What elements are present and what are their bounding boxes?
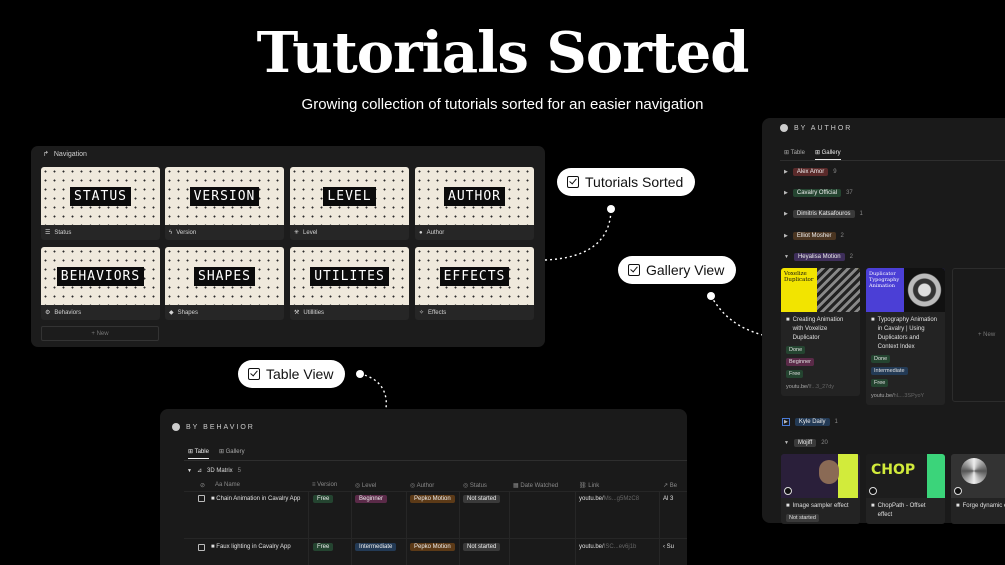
gallery-view-pill: Gallery View [618, 256, 737, 284]
column-header-author[interactable]: ◎ Author [410, 482, 434, 489]
triangle-down-icon: ▼ [187, 467, 192, 474]
chart-icon: ⊿ [196, 468, 202, 474]
table-row-name[interactable]: ■ Chain Animation in Cavalry App [211, 495, 306, 504]
gallery-card[interactable]: Voxelize Duplicator ■ Creating Animation … [781, 268, 860, 396]
new-button[interactable]: + New [41, 326, 159, 341]
video-icon: ■ [871, 503, 875, 509]
nav-card-effects[interactable]: EFFECTS ✧ Effects [415, 247, 534, 320]
video-icon: ■ [871, 317, 875, 323]
thumbnail [951, 454, 1005, 498]
by-author-tabs: ⊞ Table ⊞ Gallery [784, 149, 841, 160]
triangle-right-icon: ▶ [784, 190, 788, 196]
gallery-card[interactable]: ■ Image sampler effect Not started [781, 454, 860, 524]
author-group[interactable]: ▶ Cavalry Official 37 [784, 189, 853, 197]
row-checkbox[interactable] [198, 495, 205, 502]
navigation-panel: ↱ Navigation STATUS ☰ Status VERSION ϟ Ver… [31, 146, 545, 347]
triangle-right-icon: ▶ [782, 418, 790, 426]
triangle-right-icon: ▶ [784, 211, 788, 217]
by-behavior-panel: BY BEHAVIOR ⊞ Table ⊞ Gallery ▼ ⊿ 3D Mat… [160, 409, 687, 565]
nav-card-version[interactable]: VERSION ϟ Version [165, 167, 284, 240]
behavior-group[interactable]: ▼ ⊿ 3D Matrix 5 [187, 467, 241, 475]
thumbnail: CHOP [866, 454, 945, 498]
thumbnail: Duplicator Typography Animation [866, 268, 945, 312]
tab-gallery[interactable]: ⊞ Gallery [814, 149, 841, 160]
nav-card-behaviors[interactable]: BEHAVIORS ⚙ Behaviors [41, 247, 160, 320]
thumbnail: Voxelize Duplicator [781, 268, 860, 312]
nav-card-author[interactable]: AUTHOR ● Author [415, 167, 534, 240]
column-header-name[interactable]: Aa Name [215, 482, 240, 488]
checkbox-icon [628, 264, 640, 276]
author-group-expanded[interactable]: ▼ Mojiff 20 [784, 439, 828, 447]
row-checkbox[interactable] [198, 544, 205, 551]
video-icon: ■ [786, 317, 790, 323]
column-header-link[interactable]: ⛓ Link [579, 482, 599, 489]
column-header-version[interactable]: ≡ Version [312, 482, 337, 488]
connector-dot [356, 370, 364, 378]
by-behavior-title: BY BEHAVIOR [172, 423, 255, 431]
video-link[interactable]: youtu.be/ISC...ev6j1b [579, 543, 636, 552]
video-link[interactable]: youtu.be/lf...3_27dy [786, 383, 855, 392]
video-icon: ■ [786, 503, 790, 509]
sparkle-icon: ✧ [419, 310, 425, 316]
person-icon: ● [419, 229, 423, 236]
column-header-date-watched[interactable]: ▦ Date Watched [513, 482, 558, 489]
video-link[interactable]: youtu.be/Ms...g5MzC8 [579, 495, 639, 504]
gallery-card[interactable]: CHOP ■ ChopPath - Offset effect [866, 454, 945, 524]
tab-table[interactable]: ⊞ Table [188, 448, 209, 459]
nav-card-status[interactable]: STATUS ☰ Status [41, 167, 160, 240]
hammer-icon: ⚒ [294, 310, 300, 316]
triangle-right-icon: ▶ [784, 233, 788, 239]
gear-icon: ⚙ [45, 310, 51, 316]
triangle-down-icon: ▼ [784, 254, 789, 260]
select-all-checkbox[interactable]: ⊘ [200, 482, 205, 489]
author-group[interactable]: ▶ Dimitris Katsafouros 1 [784, 210, 863, 218]
tutorials-sorted-pill: Tutorials Sorted [557, 168, 696, 196]
gallery-card[interactable]: Duplicator Typography Animation ■ Typogra… [866, 268, 945, 405]
nav-card-utilities[interactable]: UTILITES ⚒ Utillities [290, 247, 409, 320]
video-icon: ■ [956, 503, 960, 509]
arrow-icon: ↱ [43, 151, 49, 158]
checkbox-icon [567, 176, 579, 188]
gallery-card[interactable]: ■Forge dynamic effect [951, 454, 1005, 524]
tab-table[interactable]: ⊞ Table [784, 149, 805, 160]
gear-icon [780, 124, 788, 132]
navigation-header: ↱ Navigation [43, 150, 87, 159]
column-header-behavior[interactable]: ↗ Be [663, 482, 677, 489]
new-card-button[interactable]: + New [952, 268, 1005, 402]
connector-dot [707, 292, 715, 300]
by-behavior-tabs: ⊞ Table ⊞ Gallery [188, 448, 245, 459]
shapes-icon: ◆ [169, 310, 174, 316]
bolt-icon: ϟ [169, 229, 173, 236]
nav-card-level[interactable]: LEVEL ✳ Level [290, 167, 409, 240]
checkbox-icon [248, 368, 260, 380]
gear-icon [172, 423, 180, 431]
column-header-status[interactable]: ◎ Status [463, 482, 487, 489]
connector-dot [607, 205, 615, 213]
table-view-pill: Table View [238, 360, 346, 388]
author-group-expanded[interactable]: ▼ Heyalisa Motion 2 [784, 253, 853, 261]
thumbnail [781, 454, 860, 498]
author-group[interactable]: ▶ Elliot Mosher 2 [784, 232, 844, 240]
video-link[interactable]: youtu.be/hL...3SPyoY [871, 392, 940, 401]
triangle-down-icon: ▼ [784, 440, 789, 446]
list-icon: ☰ [45, 230, 51, 236]
author-group[interactable]: ▶ Kyle Daily 1 [782, 418, 838, 426]
tab-gallery[interactable]: ⊞ Gallery [219, 448, 245, 459]
asterisk-icon: ✳ [294, 230, 300, 236]
by-author-title: BY AUTHOR [780, 124, 852, 132]
triangle-right-icon: ▶ [784, 169, 788, 175]
table-row-name[interactable]: ■ Faux lighting in Cavalry App [211, 543, 291, 552]
nav-card-shapes[interactable]: SHAPES ◆ Shapes [165, 247, 284, 320]
author-group[interactable]: ▶ Alex Amor 9 [784, 168, 837, 176]
column-header-level[interactable]: ◎ Level [355, 482, 376, 489]
